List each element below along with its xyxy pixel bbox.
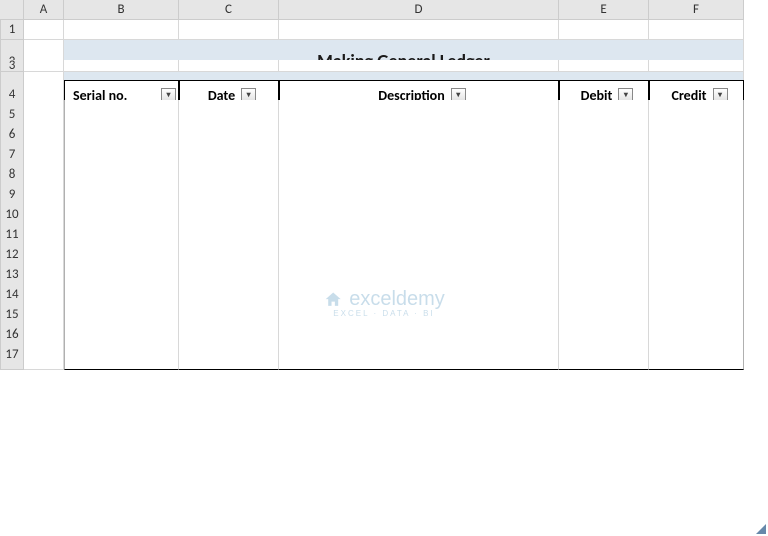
row-header-3[interactable]: 3 [0, 60, 24, 72]
cell[interactable] [24, 20, 64, 40]
cell[interactable] [559, 60, 649, 72]
cell[interactable] [279, 60, 559, 72]
cell[interactable] [279, 20, 559, 40]
cell[interactable] [559, 20, 649, 40]
cell[interactable] [24, 60, 64, 72]
col-header-C[interactable]: C [179, 0, 279, 20]
col-header-A[interactable]: A [24, 0, 64, 20]
cell[interactable] [649, 340, 744, 370]
cell[interactable] [279, 340, 559, 370]
resize-handle-icon[interactable] [756, 524, 766, 534]
cell[interactable] [649, 60, 744, 72]
cell[interactable] [64, 340, 179, 370]
cell[interactable] [179, 60, 279, 72]
col-header-F[interactable]: F [649, 0, 744, 20]
row-header-17[interactable]: 17 [0, 340, 24, 370]
cell[interactable] [179, 20, 279, 40]
col-header-B[interactable]: B [64, 0, 179, 20]
cell[interactable] [559, 340, 649, 370]
cell[interactable] [24, 340, 64, 370]
cell[interactable] [649, 20, 744, 40]
cell[interactable] [64, 20, 179, 40]
col-header-D[interactable]: D [279, 0, 559, 20]
col-header-E[interactable]: E [559, 0, 649, 20]
row-header-1[interactable]: 1 [0, 20, 24, 40]
cell[interactable] [179, 340, 279, 370]
cell[interactable] [64, 60, 179, 72]
select-all-corner[interactable] [0, 0, 24, 20]
spreadsheet-grid: A B C D E F 1 2 Making General Ledger 3 … [0, 0, 768, 360]
